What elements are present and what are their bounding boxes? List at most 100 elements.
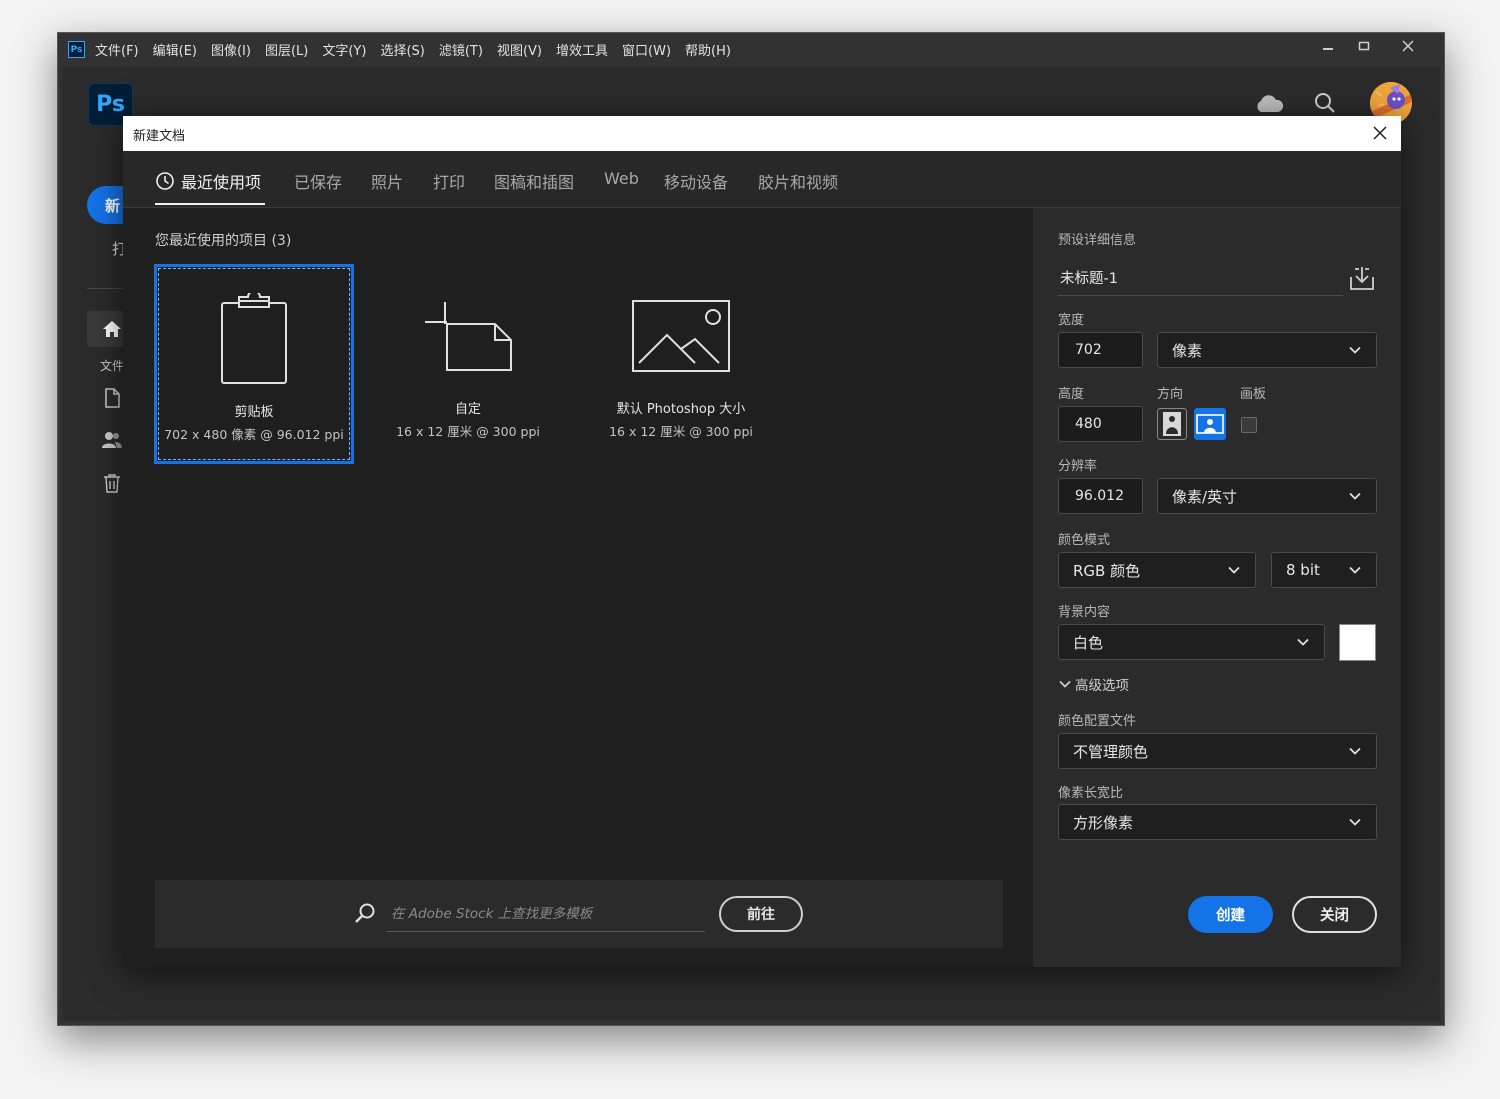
chevron-down-icon — [1297, 638, 1309, 646]
image-icon — [581, 286, 781, 386]
tab-saved[interactable]: 已保存 — [294, 169, 342, 193]
pixel-aspect-label: 像素长宽比 — [1058, 786, 1124, 801]
color-profile-value: 不管理颜色 — [1073, 742, 1149, 761]
chevron-down-icon — [1349, 492, 1361, 500]
color-mode-select[interactable]: RGB 颜色 — [1058, 552, 1256, 588]
menu-window[interactable]: 窗口(W) — [622, 40, 671, 59]
tab-mobile[interactable]: 移动设备 — [664, 169, 728, 193]
chevron-down-icon — [1349, 346, 1361, 354]
width-unit-select[interactable]: 像素 — [1157, 332, 1377, 368]
menu-select[interactable]: 选择(S) — [380, 40, 424, 59]
file-icon[interactable] — [100, 386, 124, 410]
height-label: 高度 — [1058, 387, 1085, 402]
orientation-label: 方向 — [1157, 387, 1184, 402]
preset-tile-clipboard[interactable]: 剪贴板 702 x 480 像素 @ 96.012 ppi — [154, 264, 354, 464]
window-close-icon[interactable] — [1388, 33, 1428, 59]
color-mode-value: RGB 颜色 — [1073, 561, 1141, 580]
go-button[interactable]: 前往 — [719, 896, 803, 932]
tile-details: 16 x 12 厘米 @ 300 ppi — [609, 424, 753, 439]
cloud-icon[interactable] — [1252, 86, 1286, 120]
menu-edit[interactable]: 编辑(E) — [153, 40, 197, 59]
tile-name: 自定 — [454, 402, 481, 417]
menu-help[interactable]: 帮助(H) — [685, 40, 731, 59]
menu-type[interactable]: 文字(Y) — [322, 40, 366, 59]
tile-details: 702 x 480 像素 @ 96.012 ppi — [164, 427, 344, 442]
width-unit-value: 像素 — [1172, 341, 1203, 360]
bit-depth-select[interactable]: 8 bit — [1271, 552, 1377, 588]
tile-name: 剪贴板 — [234, 405, 274, 420]
bit-depth-value: 8 bit — [1286, 561, 1320, 579]
preset-details-title: 预设详细信息 — [1058, 233, 1137, 248]
landscape-icon — [1196, 414, 1224, 434]
tile-details: 16 x 12 厘米 @ 300 ppi — [396, 424, 540, 439]
color-mode-label: 颜色模式 — [1058, 533, 1111, 548]
preset-tile-custom[interactable]: 自定 16 x 12 厘米 @ 300 ppi — [368, 264, 568, 464]
pixel-aspect-select[interactable]: 方形像素 — [1058, 804, 1377, 840]
chevron-down-icon — [1349, 747, 1361, 755]
portrait-button[interactable] — [1157, 408, 1187, 440]
background-label: 背景内容 — [1058, 605, 1111, 620]
home-icon[interactable] — [100, 317, 124, 341]
artboard-checkbox[interactable] — [1241, 417, 1257, 433]
width-label: 宽度 — [1058, 313, 1085, 328]
save-preset-icon[interactable] — [1348, 264, 1376, 292]
recent-presets-pane: 您最近使用的项目 (3) 剪贴板 702 x 480 像素 @ 96.012 p… — [123, 208, 1033, 967]
create-button[interactable]: 创建 — [1188, 896, 1273, 933]
preset-tile-default[interactable]: 默认 Photoshop 大小 16 x 12 厘米 @ 300 ppi — [581, 264, 781, 464]
tab-recent[interactable]: 最近使用项 — [155, 169, 261, 193]
preset-details-pane: 预设详细信息 未标题-1 宽度 702 像素 高度 方向 画板 480 分辨率 … — [1033, 208, 1401, 967]
preset-name-field[interactable]: 未标题-1 — [1058, 260, 1343, 296]
tab-print[interactable]: 打印 — [433, 169, 465, 193]
clock-icon — [155, 171, 175, 191]
advanced-options-label: 高级选项 — [1075, 678, 1129, 694]
height-input[interactable]: 480 — [1058, 406, 1143, 442]
portrait-icon — [1163, 412, 1181, 436]
preset-tabs: 最近使用项 已保存 照片 打印 图稿和插图 Web 移动设备 胶片和视频 — [123, 151, 1401, 208]
menu-plugins[interactable]: 增效工具 — [556, 40, 608, 59]
resolution-unit-value: 像素/英寸 — [1172, 487, 1238, 506]
chevron-down-icon — [1349, 566, 1361, 574]
resolution-input[interactable]: 96.012 — [1058, 478, 1143, 514]
advanced-options-toggle[interactable]: 高级选项 — [1058, 674, 1129, 694]
menu-filter[interactable]: 滤镜(T) — [439, 40, 483, 59]
pixel-aspect-value: 方形像素 — [1073, 813, 1134, 832]
magnifier-icon — [353, 902, 377, 926]
minimize-icon[interactable] — [1308, 33, 1348, 59]
tab-photo[interactable]: 照片 — [371, 169, 403, 193]
people-icon[interactable] — [100, 428, 124, 452]
resolution-label: 分辨率 — [1058, 459, 1098, 474]
maximize-icon[interactable] — [1344, 33, 1384, 59]
search-icon[interactable] — [1308, 86, 1342, 120]
background-select[interactable]: 白色 — [1058, 624, 1325, 660]
recent-title: 您最近使用的项目 (3) — [155, 233, 292, 249]
menu-file[interactable]: 文件(F) — [95, 40, 139, 59]
sidebar-files-label: 文件 — [100, 359, 125, 373]
stock-search-input[interactable] — [387, 896, 705, 932]
close-icon[interactable] — [1367, 120, 1393, 146]
menu-view[interactable]: 视图(V) — [497, 40, 542, 59]
trash-icon[interactable] — [100, 471, 124, 495]
color-profile-select[interactable]: 不管理颜色 — [1058, 733, 1377, 769]
width-input[interactable]: 702 — [1058, 332, 1143, 368]
tab-web[interactable]: Web — [604, 169, 639, 188]
close-button[interactable]: 关闭 — [1292, 896, 1377, 933]
dialog-title-bar: 新建文档 — [123, 116, 1401, 151]
new-document-dialog: 新建文档 最近使用项 已保存 照片 打印 图稿和插图 Web 移动设备 胶片和视… — [123, 116, 1401, 967]
artboard-label: 画板 — [1240, 387, 1267, 402]
menu-image[interactable]: 图像(I) — [211, 40, 251, 59]
tab-recent-label: 最近使用项 — [181, 173, 262, 192]
landscape-button[interactable] — [1194, 408, 1226, 440]
dialog-title: 新建文档 — [133, 129, 186, 144]
color-profile-label: 颜色配置文件 — [1058, 714, 1137, 729]
stock-search-bar: 前往 — [155, 880, 1003, 948]
chevron-down-icon — [1059, 680, 1071, 688]
chevron-down-icon — [1349, 818, 1361, 826]
background-color-swatch[interactable] — [1339, 624, 1376, 661]
chevron-down-icon — [1228, 566, 1240, 574]
menu-layer[interactable]: 图层(L) — [265, 40, 308, 59]
resolution-unit-select[interactable]: 像素/英寸 — [1157, 478, 1377, 514]
tab-film-video[interactable]: 胶片和视频 — [758, 169, 838, 193]
background-value: 白色 — [1073, 633, 1104, 652]
clipboard-icon — [157, 289, 351, 389]
tab-art-illustration[interactable]: 图稿和插图 — [494, 169, 574, 193]
